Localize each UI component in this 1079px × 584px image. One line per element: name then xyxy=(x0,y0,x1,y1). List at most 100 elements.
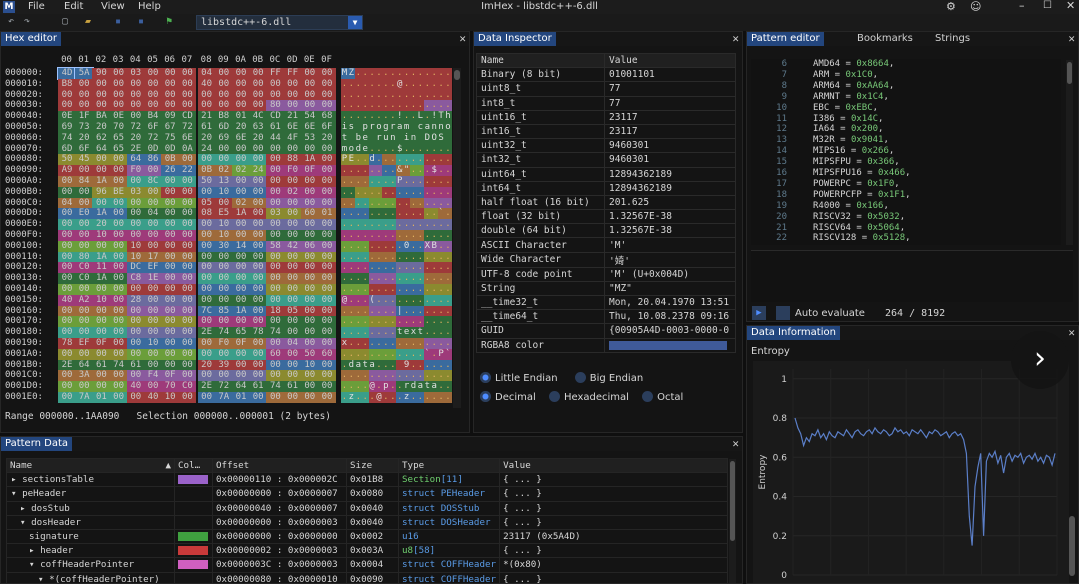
hex-byte[interactable]: 00 xyxy=(214,100,233,112)
inspector-row[interactable]: uint32_t 9460301 xyxy=(476,138,736,154)
hex-byte[interactable]: 00 xyxy=(58,327,76,339)
hex-byte[interactable]: 00 xyxy=(178,230,197,241)
hex-byte[interactable]: 00 xyxy=(232,316,250,328)
hex-byte[interactable]: 00 xyxy=(232,370,250,382)
hex-byte[interactable]: 00 xyxy=(197,251,216,263)
hex-byte[interactable]: 00 xyxy=(214,197,233,209)
column-header-size[interactable]: Size xyxy=(346,457,399,474)
hex-byte[interactable]: 00 xyxy=(75,197,94,209)
maximize-icon[interactable]: ☐ xyxy=(1043,0,1052,11)
hex-byte[interactable]: 00 xyxy=(318,240,336,252)
hex-byte[interactable]: 00 xyxy=(161,240,180,252)
hex-byte[interactable]: 00 xyxy=(249,219,268,231)
chart-scrollbar[interactable] xyxy=(1069,516,1075,576)
hex-byte[interactable]: 00 xyxy=(318,381,336,393)
hex-byte[interactable]: 00 xyxy=(109,154,128,166)
hex-byte[interactable]: 00 xyxy=(178,219,197,231)
ascii-char[interactable]: . xyxy=(444,143,452,155)
hex-byte[interactable]: 00 xyxy=(144,100,162,112)
ascii-char[interactable]: . xyxy=(444,68,452,79)
hex-byte[interactable]: 00 xyxy=(58,219,76,231)
hex-byte[interactable]: 00 xyxy=(126,348,145,360)
ascii-char[interactable]: . xyxy=(444,262,452,274)
hex-byte[interactable]: 2E xyxy=(197,327,216,339)
hex-byte[interactable]: 00 xyxy=(214,273,233,285)
hex-byte[interactable]: 00 xyxy=(249,208,268,220)
ascii-char[interactable]: . xyxy=(444,381,452,393)
inspector-row[interactable]: __time64_t Thu, 10.08.2378 09:16 xyxy=(476,309,736,325)
hex-byte[interactable]: 00 xyxy=(109,219,128,231)
close-icon[interactable]: ✕ xyxy=(1068,32,1075,45)
hex-byte[interactable]: 1F xyxy=(75,111,94,123)
hex-byte[interactable]: 00 xyxy=(178,186,197,198)
hex-byte[interactable]: 00 xyxy=(266,219,285,231)
hex-byte[interactable]: 00 xyxy=(232,68,250,79)
hex-byte[interactable]: 02 xyxy=(214,165,233,177)
hex-byte[interactable]: 00 xyxy=(75,78,94,90)
hex-byte[interactable]: 00 xyxy=(109,338,128,349)
hex-byte[interactable]: 00 xyxy=(178,208,197,220)
hex-byte[interactable]: 90 xyxy=(92,68,111,79)
hex-byte[interactable]: 00 xyxy=(161,89,180,101)
hex-byte[interactable]: 61 xyxy=(249,381,268,393)
pattern-row[interactable]: signature 0x00000000 : 0x0000000 0x0002 u16… xyxy=(6,528,728,545)
inspector-row[interactable]: String "MZ" xyxy=(476,280,736,297)
hex-byte[interactable]: 70 xyxy=(161,381,180,393)
hex-byte[interactable]: 00 xyxy=(161,348,180,360)
hex-byte[interactable]: 08 xyxy=(197,208,216,220)
hex-byte[interactable]: 00 xyxy=(283,284,302,295)
hex-byte[interactable]: 00 xyxy=(249,186,268,198)
hex-byte[interactable]: 20 xyxy=(92,122,111,133)
pattern-row[interactable]: ▾ *(coffHeaderPointer) 0x00000080 : 0x000… xyxy=(6,571,728,583)
redo-icon[interactable]: ↷ xyxy=(21,16,33,28)
hex-byte[interactable]: 00 xyxy=(58,284,76,295)
hex-byte[interactable]: 00 xyxy=(249,305,268,317)
hex-byte[interactable]: 00 xyxy=(197,294,216,306)
hex-byte[interactable]: 58 xyxy=(266,240,285,252)
hex-byte[interactable]: 00 xyxy=(318,89,336,101)
pattern-row[interactable]: ▾ coffHeaderPointer 0x0000003C : 0x000000… xyxy=(6,557,728,573)
hex-byte[interactable]: 64 xyxy=(75,359,94,371)
hex-byte[interactable]: 00 xyxy=(300,68,319,79)
run-button[interactable]: ▶ xyxy=(752,306,766,320)
ascii-char[interactable]: . xyxy=(444,219,452,231)
ascii-char[interactable]: . xyxy=(444,294,452,306)
hex-byte[interactable]: 00 xyxy=(214,251,233,263)
hex-byte[interactable]: 00 xyxy=(318,100,336,112)
hex-byte[interactable]: 1A xyxy=(232,305,250,317)
pattern-row[interactable]: ▸ header 0x00000002 : 0x0000003 0x003A u8[5… xyxy=(6,543,728,559)
pattern-row[interactable]: ▾ dosHeader 0x00000000 : 0x0000003 0x0040 s… xyxy=(6,514,728,530)
hex-byte[interactable]: 00 xyxy=(232,100,250,112)
hex-byte[interactable]: 10 xyxy=(214,230,233,241)
hex-byte[interactable]: 00 xyxy=(318,294,336,306)
hex-byte[interactable]: 00 xyxy=(161,251,180,263)
hex-byte[interactable]: 00 xyxy=(178,78,197,90)
hex-byte[interactable]: 00 xyxy=(300,78,319,90)
hex-byte[interactable]: 00 xyxy=(75,230,94,241)
hex-byte[interactable]: 40 xyxy=(58,294,76,306)
inspector-row[interactable]: half float (16 bit) 201.625 xyxy=(476,194,736,211)
hex-byte[interactable]: 00 xyxy=(178,262,197,274)
hex-byte[interactable]: 00 xyxy=(197,392,216,403)
hex-byte[interactable]: 00 xyxy=(58,230,76,241)
hex-byte[interactable]: 0F xyxy=(161,370,180,382)
hex-byte[interactable]: 00 xyxy=(58,208,76,220)
hex-byte[interactable]: 00 xyxy=(109,294,128,306)
hex-byte[interactable]: 73 xyxy=(75,122,94,133)
hex-byte[interactable]: 00 xyxy=(283,219,302,231)
close-icon[interactable]: ✕ xyxy=(732,437,739,450)
hex-byte[interactable]: 88 xyxy=(283,154,302,166)
hex-byte[interactable]: 64 xyxy=(232,381,250,393)
hex-byte[interactable]: 00 xyxy=(178,273,197,285)
hex-byte[interactable]: 18 xyxy=(266,305,285,317)
hex-byte[interactable]: 72 xyxy=(126,122,145,133)
hex-byte[interactable]: 00 xyxy=(318,273,336,285)
pattern-row[interactable]: ▸ dosStub 0x00000040 : 0x0000007 0x0040 str… xyxy=(6,500,728,516)
hex-byte[interactable]: 00 xyxy=(109,230,128,241)
hex-byte[interactable]: 00 xyxy=(283,273,302,285)
octal-radio[interactable]: Octal xyxy=(642,391,683,403)
hex-byte[interactable]: 00 xyxy=(178,392,197,403)
hex-byte[interactable]: 86 xyxy=(144,154,162,166)
hex-byte[interactable]: 00 xyxy=(214,143,233,155)
hex-byte[interactable]: 00 xyxy=(300,305,319,317)
